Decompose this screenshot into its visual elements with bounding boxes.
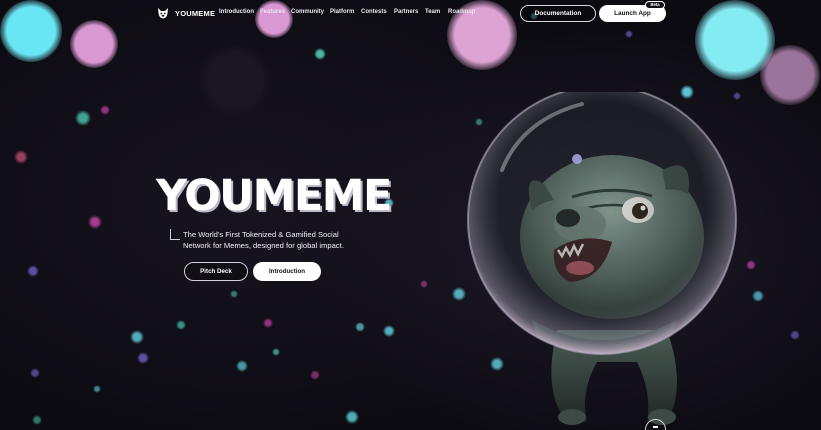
bokeh-dot <box>14 150 28 164</box>
bokeh-dot <box>200 45 270 115</box>
bokeh-dot <box>314 48 326 60</box>
bokeh-dot <box>137 352 149 364</box>
navbar: YOUMEME Introduction Features Community … <box>0 0 821 28</box>
tagline-bracket-icon <box>170 229 180 240</box>
scroll-dot <box>653 426 658 428</box>
bokeh-dot <box>760 45 820 105</box>
documentation-button[interactable]: Documentation <box>520 5 596 22</box>
bokeh-dot <box>130 330 144 344</box>
bokeh-dot <box>93 385 101 393</box>
bokeh-dot <box>27 265 39 277</box>
nav-link-features[interactable]: Features <box>260 9 285 15</box>
nav-link-platform[interactable]: Platform <box>330 9 354 15</box>
bokeh-dot <box>420 280 428 288</box>
pug-logo-icon <box>158 8 168 19</box>
beta-badge: Beta <box>645 1 665 9</box>
nav-link-contests[interactable]: Contests <box>361 9 387 15</box>
bokeh-dot <box>230 290 238 298</box>
bokeh-dot <box>75 110 91 126</box>
pug-astronaut-illustration <box>467 92 737 425</box>
bokeh-dot <box>272 348 280 356</box>
nav-link-community[interactable]: Community <box>291 9 324 15</box>
bokeh-dot <box>100 105 110 115</box>
bokeh-dot <box>176 320 186 330</box>
bokeh-dot <box>355 322 365 332</box>
nav-link-introduction[interactable]: Introduction <box>219 9 254 15</box>
introduction-button[interactable]: Introduction <box>253 262 321 281</box>
bokeh-dot <box>345 410 359 424</box>
bokeh-dot <box>790 330 800 340</box>
bokeh-dot <box>32 415 42 425</box>
bokeh-dot <box>236 360 248 372</box>
bokeh-dot <box>88 215 102 229</box>
bokeh-dot <box>263 318 273 328</box>
nav-link-partners[interactable]: Partners <box>394 9 418 15</box>
brand-logo[interactable]: YOUMEME <box>156 6 215 20</box>
hero-tagline: The World's First Tokenized & Gamified S… <box>183 230 344 250</box>
bokeh-dot <box>746 260 756 270</box>
bokeh-dot <box>752 290 764 302</box>
hero-title: YOUMEME <box>156 171 392 221</box>
brand-name: YOUMEME <box>175 8 216 18</box>
bokeh-dot <box>30 368 40 378</box>
bokeh-dot <box>625 30 633 38</box>
pitch-deck-button[interactable]: Pitch Deck <box>184 262 248 281</box>
bokeh-dot <box>383 325 395 337</box>
nav-link-roadmap[interactable]: Roadmap <box>448 9 475 15</box>
bokeh-dot <box>310 370 320 380</box>
nav-link-team[interactable]: Team <box>425 9 440 15</box>
